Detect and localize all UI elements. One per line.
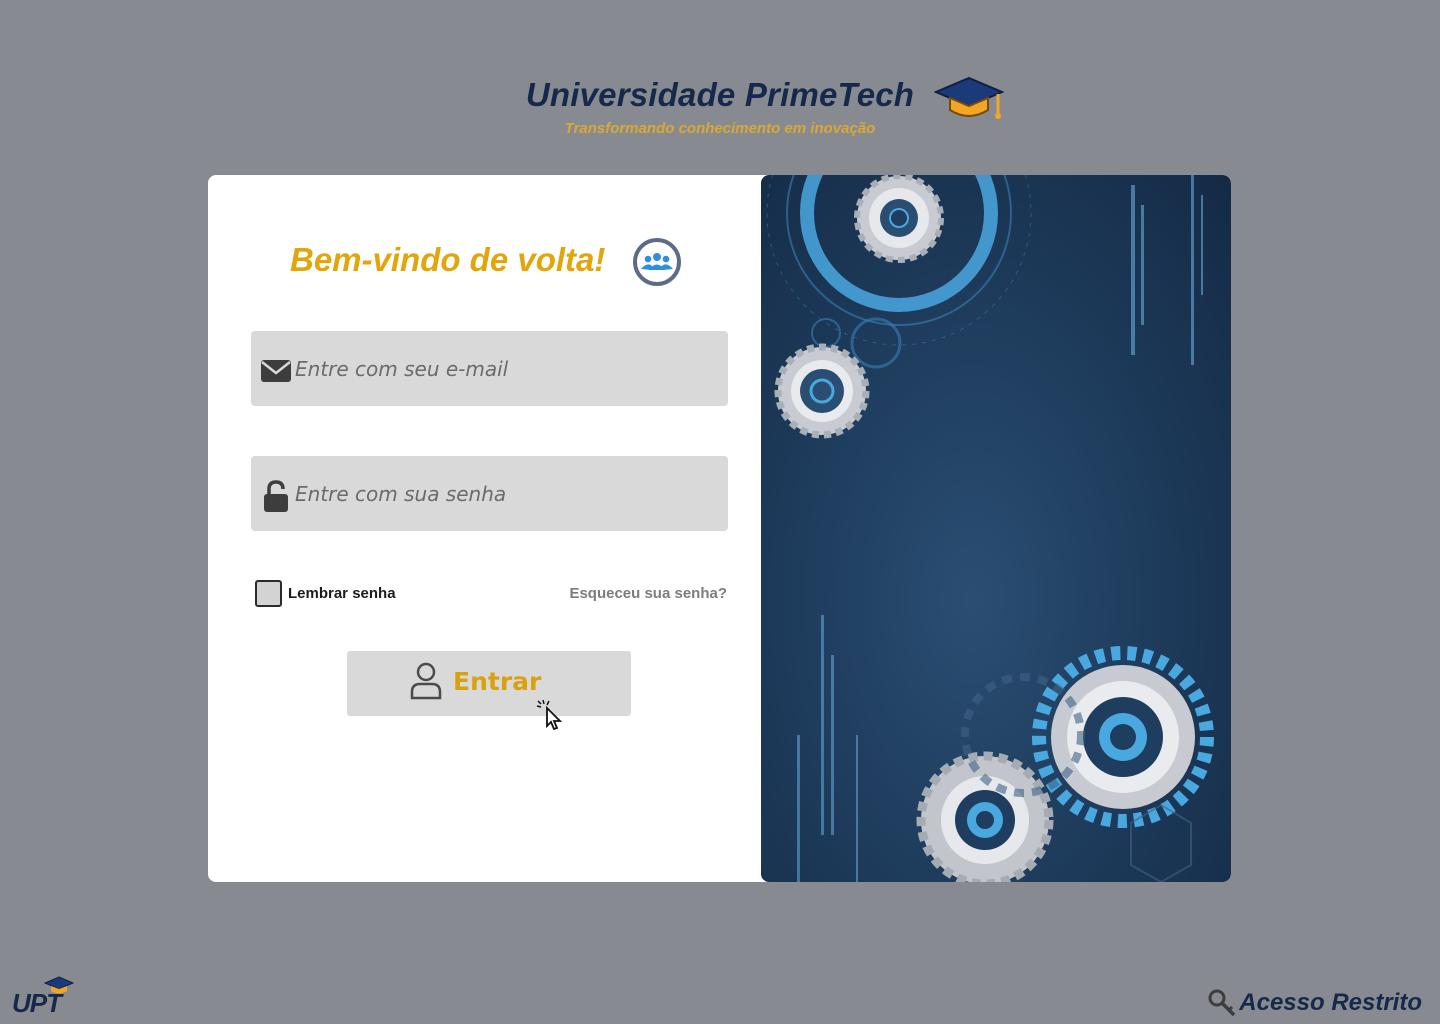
brand-header: Universidade PrimeTech Transformando con… — [0, 76, 1440, 137]
user-icon — [410, 662, 442, 700]
university-title: Universidade PrimeTech — [525, 76, 915, 113]
password-input[interactable] — [295, 456, 715, 531]
lock-icon — [264, 480, 288, 512]
remember-checkbox[interactable] — [255, 580, 282, 607]
login-card: Bem-vindo de volta! Entre com seu e-mail… — [208, 175, 1231, 882]
brand-row: Universidade PrimeTech — [525, 76, 1004, 119]
login-button[interactable]: Entrar — [347, 651, 631, 716]
login-button-label: Entrar — [453, 667, 542, 696]
password-field[interactable] — [251, 456, 728, 531]
remember-label: Lembrar senha — [288, 585, 396, 602]
email-input[interactable] — [295, 331, 715, 406]
envelope-icon — [261, 360, 291, 382]
forgot-password-link[interactable]: Esqueceu sua senha? — [569, 585, 727, 602]
university-subtitle: Transformando conhecimento em inovação — [564, 120, 876, 137]
key-icon — [1208, 989, 1236, 1017]
decorative-gears-panel — [761, 175, 1231, 882]
login-page: Universidade PrimeTech Transformando con… — [0, 0, 1440, 1024]
users-group-icon — [633, 238, 681, 286]
gears-illustration — [766, 175, 1214, 882]
graduation-cap-icon — [933, 76, 1004, 119]
restricted-access: Acesso Restrito — [1207, 988, 1422, 1018]
email-field[interactable] — [251, 331, 728, 406]
welcome-heading: Bem-vindo de volta! — [290, 241, 606, 278]
remember-password[interactable]: Lembrar senha — [255, 580, 396, 607]
graduation-cap-small-icon — [44, 976, 74, 994]
restricted-access-label: Acesso Restrito — [1239, 989, 1422, 1016]
login-form: Bem-vindo de volta! Entre com seu e-mail… — [208, 175, 761, 882]
